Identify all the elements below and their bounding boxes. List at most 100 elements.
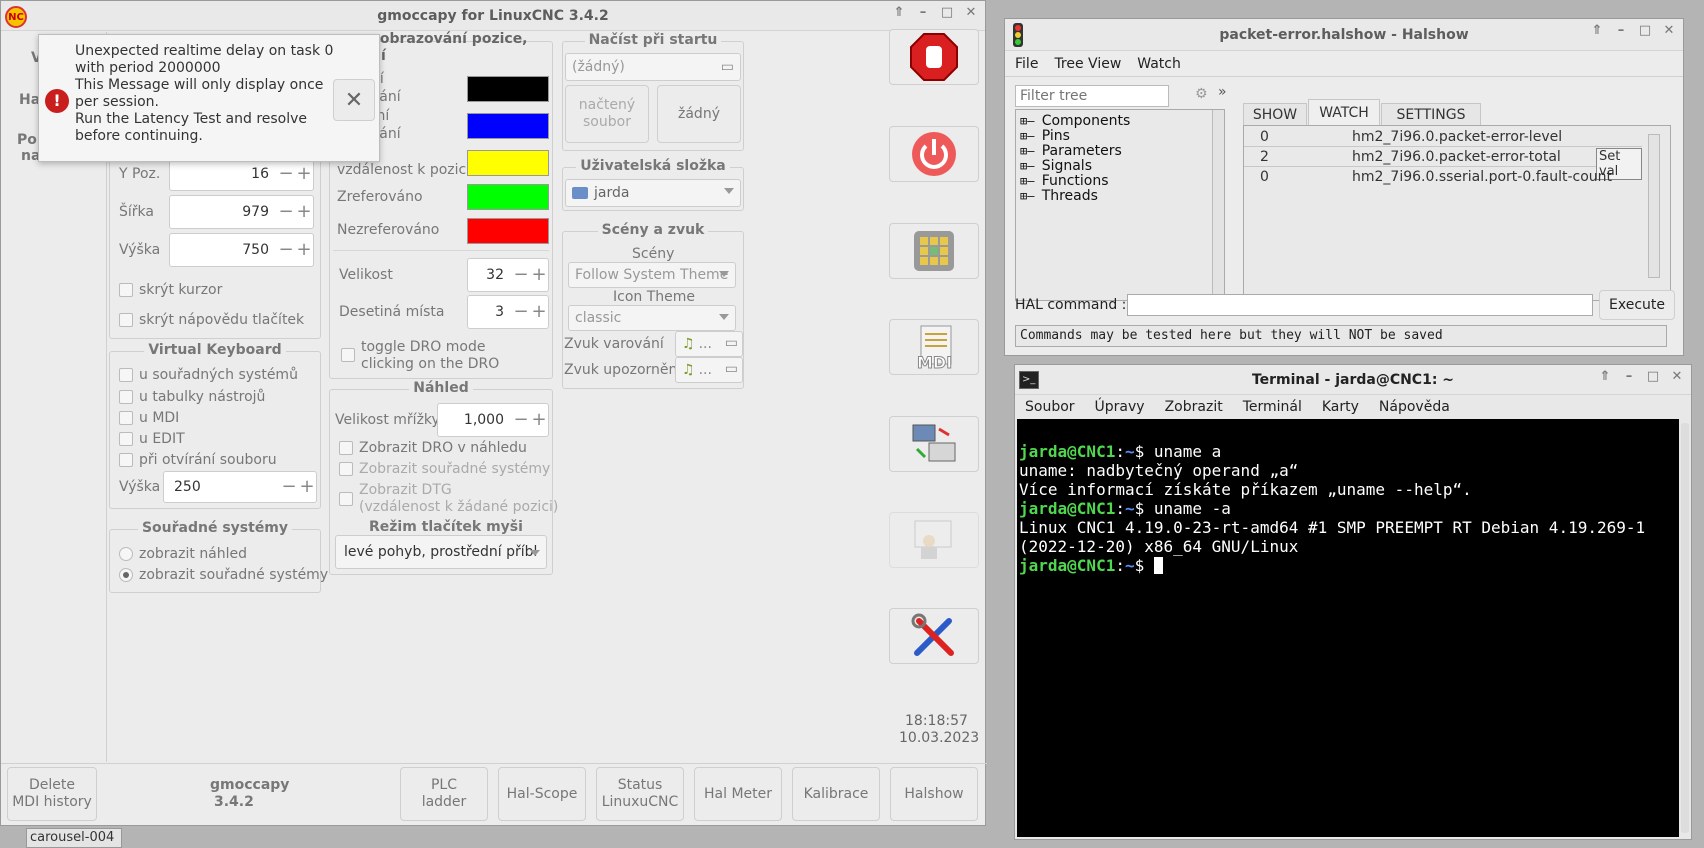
grid-size-spin[interactable]: 1,000− + [437,403,549,437]
show-preview-radio[interactable] [119,547,133,561]
tab-settings[interactable]: SETTINGS [1381,103,1481,125]
vk-tools-checkbox[interactable] [119,390,133,404]
menu-watch[interactable]: Watch [1137,56,1181,72]
menu-zobrazit[interactable]: Zobrazit [1165,399,1223,415]
menu-karty[interactable]: Karty [1322,399,1359,415]
show-dro-preview-checkbox[interactable] [339,441,353,455]
menu-tree-view[interactable]: Tree View [1054,56,1121,72]
halshow-button[interactable]: Halshow [890,767,978,821]
show-coords-preview-checkbox[interactable] [339,462,353,476]
maximize-icon[interactable]: □ [939,5,955,20]
mdi-button[interactable]: MDI [889,319,979,375]
tree-item-parameters[interactable]: ⊞— Parameters [1020,144,1130,159]
dro-size-spin[interactable]: 32− + [467,258,549,292]
tab-watch[interactable]: WATCH [1308,99,1380,125]
maximize-icon[interactable]: □ [1637,23,1653,38]
tree-item-threads[interactable]: ⊞— Threads [1020,189,1130,204]
toggle-dro-checkbox[interactable] [341,348,355,362]
hal-meter-button[interactable]: Hal Meter [694,767,782,821]
hide-cursor-checkbox[interactable] [119,283,133,297]
vk-mdi-checkbox[interactable] [119,411,133,425]
auto-mode-button[interactable] [889,416,979,472]
tab-show[interactable]: SHOW [1243,103,1307,125]
dtg-label: vzdálenost k pozici [337,162,471,178]
vk-open-file-checkbox[interactable] [119,453,133,467]
window-title: gmoccapy for LinuxCNC 3.4.2 [377,7,609,24]
user-folder-combo[interactable]: jarda [565,179,741,207]
calibration-button[interactable]: Kalibrace [792,767,880,821]
execute-button[interactable]: Execute [1599,290,1675,320]
close-icon: ✕ [344,87,364,113]
width-label: Šířka [119,204,154,220]
theme-combo[interactable]: Follow System Theme [568,262,736,288]
more-button[interactable]: » [1218,84,1227,100]
settings-button[interactable] [889,608,979,664]
icon-theme-combo[interactable]: classic [568,305,736,331]
menu-file[interactable]: File [1015,56,1038,72]
user-tabs-button[interactable] [889,512,979,568]
delete-mdi-history-button[interactable]: Delete MDI history [7,767,97,821]
menu-terminal[interactable]: Terminál [1243,399,1302,415]
close-icon[interactable]: ✕ [1661,23,1677,38]
move-up-icon[interactable]: ⇑ [1589,23,1605,38]
minimize-icon[interactable]: – [915,5,931,20]
status-button[interactable]: Status LinuxuCNC [596,767,684,821]
minimize-icon[interactable]: – [1613,23,1629,38]
dtg-color-swatch[interactable] [467,150,549,176]
mouse-mode-combo[interactable]: levé pohyb, prostřední příbl [335,535,547,569]
close-icon[interactable]: ✕ [1669,369,1685,384]
filter-tree-input[interactable] [1015,85,1169,107]
ypos-spin[interactable]: 16− + [169,157,314,191]
dro-decimals-spin[interactable]: 3− + [467,295,549,329]
error-sound-chooser[interactable]: ♫... ▭ [675,357,743,383]
menu-napoveda[interactable]: Nápověda [1379,399,1450,415]
watch-scrollbar[interactable] [1648,134,1660,278]
move-up-icon[interactable]: ⇑ [1597,369,1613,384]
tree-item-functions[interactable]: ⊞— Functions [1020,174,1130,189]
minimize-icon[interactable]: – [1621,369,1637,384]
vk-tools-label: u tabulky nástrojů [139,389,266,405]
manual-mode-button[interactable] [889,223,979,279]
estop-button[interactable] [889,29,979,85]
no-file-button[interactable]: žádný [657,85,741,143]
show-coords-radio[interactable] [119,568,133,582]
hide-tooltips-checkbox[interactable] [119,313,133,327]
hal-scope-button[interactable]: Hal-Scope [498,767,586,821]
vk-coords-checkbox[interactable] [119,368,133,382]
power-button[interactable] [889,126,979,182]
alert-sound-chooser[interactable]: ♫... ▭ [675,331,743,357]
loaded-file-button[interactable]: načtený soubor [565,85,649,143]
vk-edit-checkbox[interactable] [119,432,133,446]
hal-command-input[interactable] [1127,294,1593,316]
width-spin[interactable]: 979− + [169,195,314,229]
plc-ladder-button[interactable]: PLC ladder [400,767,488,821]
unhomed-color-swatch[interactable] [467,218,549,244]
tree-item-pins[interactable]: ⊞— Pins [1020,129,1130,144]
abs-color-swatch[interactable] [467,76,549,102]
rel-color-swatch[interactable] [467,113,549,139]
move-up-icon[interactable]: ⇑ [891,5,907,20]
vk-height-spin[interactable]: 250− + [163,471,317,503]
terminal-output[interactable]: jarda@CNC1:~$ uname a uname: nadbytečný o… [1017,419,1679,837]
terminal-titlebar[interactable]: Terminal - jarda@CNC1: ~ ⇑ – □ ✕ [1015,365,1691,395]
tree-item-signals[interactable]: ⊞— Signals [1020,159,1130,174]
homed-color-swatch[interactable] [467,184,549,210]
close-icon[interactable]: ✕ [963,5,979,20]
menu-upravy[interactable]: Úpravy [1095,399,1145,415]
tree-scrollbar[interactable] [1212,110,1224,300]
close-popup-button[interactable]: ✕ [333,79,375,121]
startup-file-chooser[interactable]: (žádný) ▭ [565,53,741,81]
taskbar-label[interactable]: carousel-004 [26,828,122,848]
gmoccapy-titlebar[interactable]: gmoccapy for LinuxCNC 3.4.2 ⇑ – □ ✕ [1,1,985,31]
tree-item-components[interactable]: ⊞— Components [1020,114,1130,129]
gear-icon[interactable]: ⚙ [1195,86,1208,102]
homed-label: Zreferováno [337,189,423,205]
menu-soubor[interactable]: Soubor [1025,399,1075,415]
height-spin[interactable]: 750− + [169,233,314,267]
maximize-icon[interactable]: □ [1645,369,1661,384]
terminal-scrollbar[interactable] [1681,423,1689,833]
bottom-divider [1,763,987,764]
show-dtg-preview-checkbox[interactable] [339,492,353,506]
halshow-titlebar[interactable]: packet-error.halshow - Halshow ⇑ – □ ✕ [1005,19,1683,51]
open-file-icon: ▭ [720,59,734,75]
